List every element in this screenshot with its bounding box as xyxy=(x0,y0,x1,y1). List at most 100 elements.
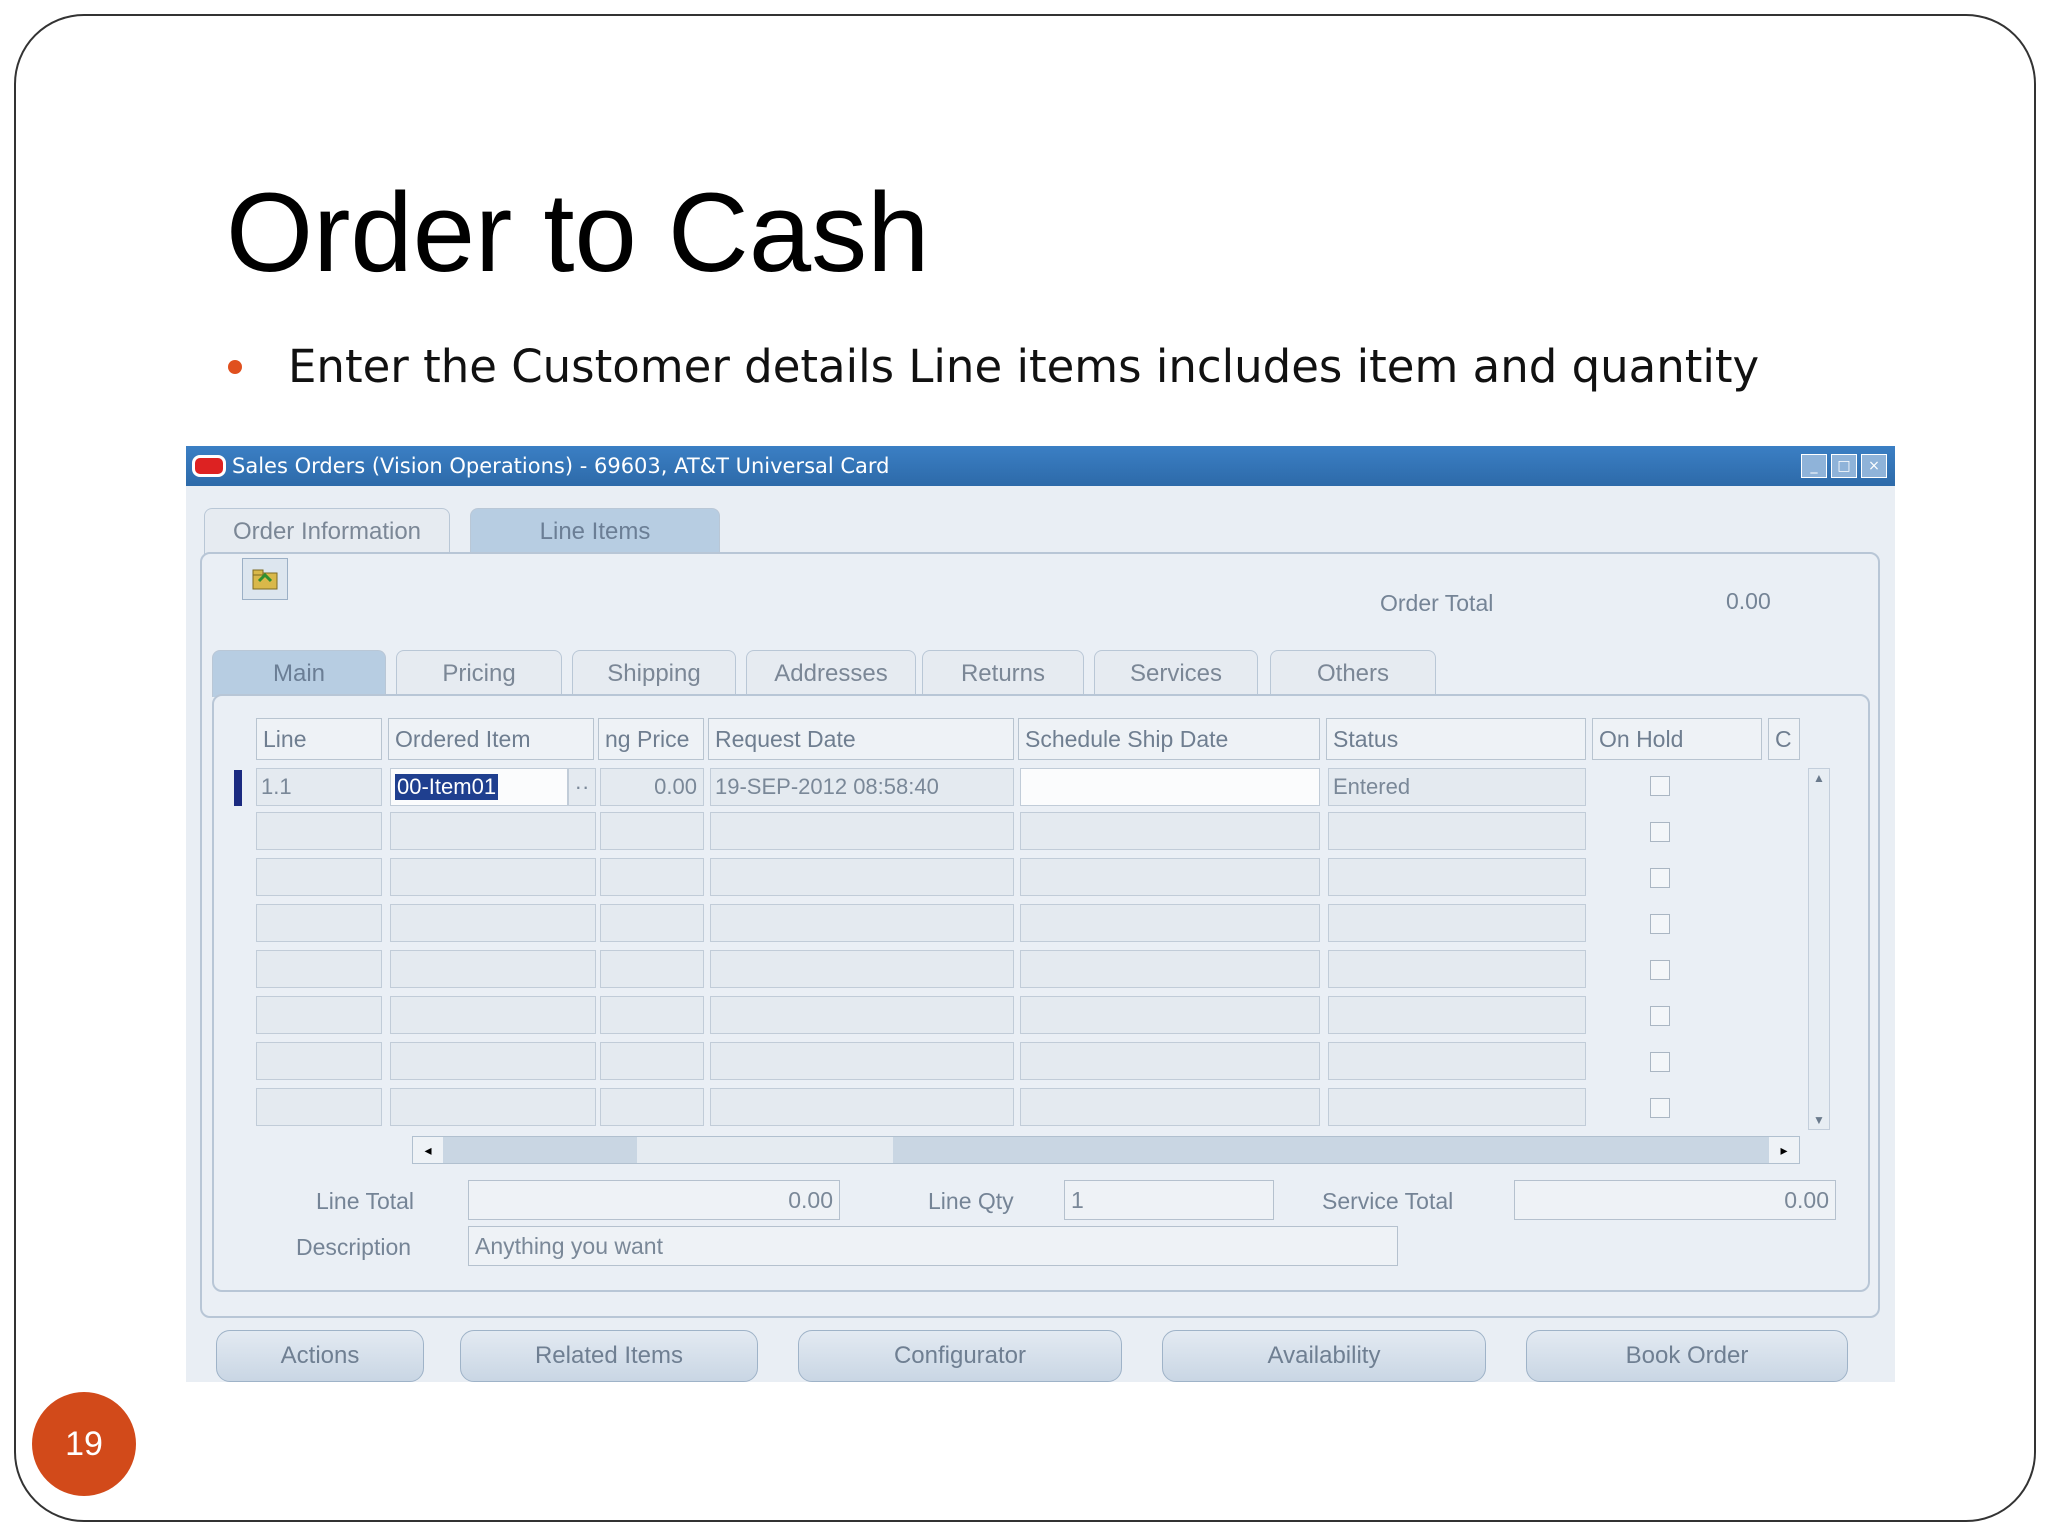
line-qty-label: Line Qty xyxy=(928,1188,1014,1214)
table-row-cell[interactable] xyxy=(256,858,382,896)
related-items-button[interactable]: Related Items xyxy=(460,1330,758,1382)
table-row-cell[interactable] xyxy=(1328,950,1586,988)
scroll-thumb[interactable] xyxy=(637,1137,893,1163)
table-row-cell[interactable] xyxy=(390,858,596,896)
bullet-dot-icon xyxy=(228,359,242,374)
column-header-on-hold: On Hold xyxy=(1592,718,1762,760)
table-row-cell[interactable] xyxy=(710,858,1014,896)
horizontal-scrollbar[interactable]: ◂ ▸ xyxy=(412,1136,1800,1164)
description-field[interactable]: Anything you want xyxy=(468,1226,1398,1266)
order-total-label: Order Total xyxy=(1380,590,1494,616)
bullet-text: Enter the Customer details Line items in… xyxy=(288,340,1760,393)
table-row-cell[interactable] xyxy=(1328,1042,1586,1080)
table-row-cell[interactable] xyxy=(1328,1088,1586,1126)
scroll-right-icon[interactable]: ▸ xyxy=(1769,1137,1799,1163)
table-row-cell[interactable] xyxy=(710,1088,1014,1126)
subtab-pricing[interactable]: Pricing xyxy=(396,650,562,697)
table-row-cell[interactable] xyxy=(390,1042,596,1080)
table-row-cell[interactable] xyxy=(256,950,382,988)
tab-order-information[interactable]: Order Information xyxy=(204,508,450,555)
table-row-cell[interactable] xyxy=(256,812,382,850)
row1-on-hold-checkbox[interactable] xyxy=(1650,776,1670,796)
table-row-cell[interactable] xyxy=(1328,858,1586,896)
table-row-cell[interactable] xyxy=(1020,1042,1320,1080)
table-row-cell[interactable] xyxy=(710,812,1014,850)
on-hold-checkbox[interactable] xyxy=(1650,1052,1670,1072)
table-row-cell[interactable] xyxy=(710,996,1014,1034)
on-hold-checkbox[interactable] xyxy=(1650,1006,1670,1026)
window-title: Sales Orders (Vision Operations) - 69603… xyxy=(232,454,890,478)
on-hold-checkbox[interactable] xyxy=(1650,914,1670,934)
availability-button[interactable]: Availability xyxy=(1162,1330,1486,1382)
order-total-value: 0.00 xyxy=(1726,588,1771,614)
subtab-main[interactable]: Main xyxy=(212,650,386,697)
table-row-cell[interactable] xyxy=(1020,812,1320,850)
subtab-services[interactable]: Services xyxy=(1094,650,1258,697)
table-row-cell[interactable] xyxy=(710,1042,1014,1080)
table-row-cell[interactable] xyxy=(256,996,382,1034)
on-hold-checkbox[interactable] xyxy=(1650,960,1670,980)
vertical-scrollbar[interactable]: ▲ ▼ xyxy=(1808,768,1830,1130)
scroll-down-icon[interactable]: ▼ xyxy=(1813,1113,1825,1127)
table-row-cell[interactable] xyxy=(256,1042,382,1080)
table-row-cell[interactable] xyxy=(1020,858,1320,896)
table-row-cell[interactable] xyxy=(390,812,596,850)
folder-open-icon[interactable] xyxy=(242,558,288,600)
subtab-others[interactable]: Others xyxy=(1270,650,1436,697)
lov-button[interactable]: ·· xyxy=(568,768,596,806)
row1-ordered-item[interactable]: 00-Item01 xyxy=(390,768,568,806)
table-row-cell[interactable] xyxy=(1328,904,1586,942)
row1-status[interactable]: Entered xyxy=(1328,768,1586,806)
table-row-cell[interactable] xyxy=(390,996,596,1034)
table-row-cell[interactable] xyxy=(710,904,1014,942)
table-row-cell[interactable] xyxy=(1020,996,1320,1034)
table-row-cell[interactable] xyxy=(390,904,596,942)
table-row-cell[interactable] xyxy=(710,950,1014,988)
on-hold-checkbox[interactable] xyxy=(1650,822,1670,842)
subtab-shipping[interactable]: Shipping xyxy=(572,650,736,697)
table-row-cell[interactable] xyxy=(600,858,704,896)
table-row-cell[interactable] xyxy=(600,950,704,988)
oracle-logo-icon xyxy=(192,455,226,477)
table-row-cell[interactable] xyxy=(600,812,704,850)
table-row-cell[interactable] xyxy=(600,1042,704,1080)
line-total-field[interactable]: 0.00 xyxy=(468,1180,840,1220)
table-row-cell[interactable] xyxy=(1328,996,1586,1034)
table-row-cell[interactable] xyxy=(600,904,704,942)
service-total-field[interactable]: 0.00 xyxy=(1514,1180,1836,1220)
minimize-icon[interactable]: _ xyxy=(1801,454,1827,478)
row1-request-date[interactable]: 19-SEP-2012 08:58:40 xyxy=(710,768,1014,806)
selected-text: 00-Item01 xyxy=(395,774,499,800)
tab-line-items[interactable]: Line Items xyxy=(470,508,720,555)
line-qty-field[interactable]: 1 xyxy=(1064,1180,1274,1220)
table-row-cell[interactable] xyxy=(600,996,704,1034)
actions-button[interactable]: Actions xyxy=(216,1330,424,1382)
on-hold-checkbox[interactable] xyxy=(1650,1098,1670,1118)
subtab-returns[interactable]: Returns xyxy=(922,650,1084,697)
column-header-schedule-ship-date: Schedule Ship Date xyxy=(1018,718,1320,760)
configurator-button[interactable]: Configurator xyxy=(798,1330,1122,1382)
table-row-cell[interactable] xyxy=(1020,1088,1320,1126)
book-order-button[interactable]: Book Order xyxy=(1526,1330,1848,1382)
close-icon[interactable]: × xyxy=(1861,454,1887,478)
scroll-up-icon[interactable]: ▲ xyxy=(1813,771,1825,785)
table-row-cell[interactable] xyxy=(390,1088,596,1126)
scroll-left-icon[interactable]: ◂ xyxy=(413,1137,443,1163)
row1-schedule-ship-date[interactable] xyxy=(1020,768,1320,806)
column-header-line: Line xyxy=(256,718,382,760)
row1-line[interactable]: 1.1 xyxy=(256,768,382,806)
subtab-addresses[interactable]: Addresses xyxy=(746,650,916,697)
on-hold-checkbox[interactable] xyxy=(1650,868,1670,888)
maximize-icon[interactable]: □ xyxy=(1831,454,1857,478)
table-row-cell[interactable] xyxy=(256,1088,382,1126)
window-controls: _ □ × xyxy=(1801,454,1887,478)
bullet-item: Enter the Customer details Line items in… xyxy=(228,340,1759,393)
table-row-cell[interactable] xyxy=(1020,904,1320,942)
table-row-cell[interactable] xyxy=(256,904,382,942)
current-row-indicator xyxy=(234,770,242,806)
table-row-cell[interactable] xyxy=(1328,812,1586,850)
table-row-cell[interactable] xyxy=(600,1088,704,1126)
table-row-cell[interactable] xyxy=(390,950,596,988)
table-row-cell[interactable] xyxy=(1020,950,1320,988)
row1-price[interactable]: 0.00 xyxy=(600,768,704,806)
